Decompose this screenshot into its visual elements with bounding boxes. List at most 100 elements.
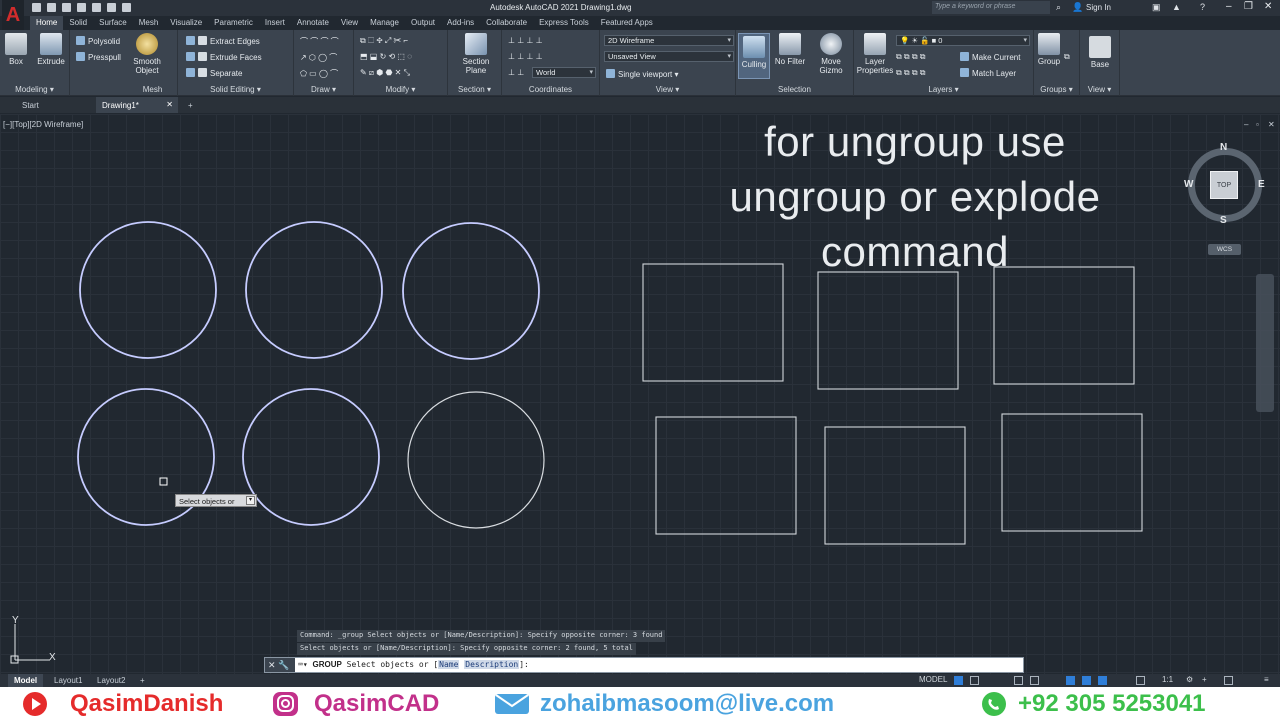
- draw-tools-row-1[interactable]: ⌒ ⌒ ⌒ ⌒: [300, 36, 339, 47]
- panel-title-layers[interactable]: Layers ▾: [854, 85, 1033, 94]
- tab-featured-apps[interactable]: Featured Apps: [595, 16, 659, 30]
- add-layout-button[interactable]: +: [134, 674, 151, 687]
- rectangle[interactable]: [824, 426, 966, 545]
- tab-layout1[interactable]: Layout1: [48, 674, 88, 687]
- undo-icon[interactable]: [107, 3, 116, 12]
- panel-title-selection[interactable]: Selection: [736, 85, 853, 94]
- tab-annotate[interactable]: Annotate: [291, 16, 335, 30]
- extrude-faces-button[interactable]: Extrude Faces: [186, 52, 262, 62]
- tab-express-tools[interactable]: Express Tools: [533, 16, 595, 30]
- wcs-menu[interactable]: WCS: [1208, 244, 1241, 255]
- base-button[interactable]: Base: [1084, 36, 1116, 69]
- osnap-icon[interactable]: [1066, 676, 1075, 685]
- saved-view-dropdown[interactable]: Unsaved View: [604, 51, 734, 62]
- separate-button[interactable]: Separate: [186, 68, 242, 78]
- modify-tools-row-1[interactable]: ⧉ ⬚ ✥ ⤢ ✂ ⌐: [360, 36, 408, 46]
- panel-title-groups[interactable]: Groups ▾: [1034, 85, 1079, 94]
- close-icon[interactable]: ✕: [1264, 1, 1272, 12]
- culling-button[interactable]: Culling: [738, 33, 770, 79]
- model-space-toggle[interactable]: MODEL: [919, 675, 947, 684]
- tooltip-options-icon[interactable]: ▾: [246, 496, 255, 505]
- cart-icon[interactable]: ▣: [1152, 2, 1161, 13]
- compass-north[interactable]: N: [1220, 142, 1227, 153]
- compass-west[interactable]: W: [1184, 179, 1193, 190]
- tab-surface[interactable]: Surface: [93, 16, 133, 30]
- compass-south[interactable]: S: [1220, 215, 1227, 226]
- selected-circle[interactable]: [402, 222, 540, 360]
- rectangle[interactable]: [642, 263, 784, 382]
- tab-collaborate[interactable]: Collaborate: [480, 16, 533, 30]
- sign-in-link[interactable]: Sign In: [1086, 3, 1111, 12]
- ungroup-icon[interactable]: ⧉: [1064, 52, 1070, 62]
- tab-add-ins[interactable]: Add-ins: [441, 16, 480, 30]
- command-line[interactable]: ✕ 🔧 ⌨▾ GROUP Select objects or [Name Des…: [264, 657, 1024, 673]
- viewcube-top-face[interactable]: TOP: [1210, 171, 1238, 199]
- help-icon[interactable]: ?: [1200, 2, 1205, 12]
- application-menu-button[interactable]: A: [2, 0, 24, 30]
- open-icon[interactable]: [47, 3, 56, 12]
- annotation-scale[interactable]: 1:1: [1162, 675, 1173, 684]
- panel-title-section[interactable]: Section ▾: [448, 85, 501, 94]
- new-icon[interactable]: [32, 3, 41, 12]
- polysolid-button[interactable]: Polysolid: [76, 36, 120, 46]
- option-description[interactable]: Description: [464, 660, 520, 669]
- ucs-dropdown[interactable]: World: [532, 67, 596, 78]
- lineweight-icon[interactable]: [1098, 676, 1107, 685]
- viewcube[interactable]: TOP N S E W: [1184, 142, 1266, 226]
- selected-circle[interactable]: [242, 388, 380, 526]
- tab-output[interactable]: Output: [405, 16, 441, 30]
- selected-circle[interactable]: [79, 221, 217, 359]
- circle[interactable]: [407, 391, 545, 529]
- smooth-object-button[interactable]: Smooth Object: [130, 33, 164, 75]
- snap-icon[interactable]: [970, 676, 979, 685]
- box-button[interactable]: Box: [4, 33, 28, 66]
- panel-title-modeling[interactable]: Modeling ▾: [0, 85, 69, 94]
- polar-icon[interactable]: [1030, 676, 1039, 685]
- selected-circle[interactable]: [245, 221, 383, 359]
- make-current-button[interactable]: Make Current: [960, 52, 1020, 62]
- customize-icon[interactable]: 🔧: [278, 660, 289, 670]
- print-icon[interactable]: [92, 3, 101, 12]
- tab-visualize[interactable]: Visualize: [164, 16, 208, 30]
- annotation-visibility-icon[interactable]: [1136, 676, 1145, 685]
- redo-icon[interactable]: [122, 3, 131, 12]
- user-icon[interactable]: 👤: [1072, 2, 1083, 13]
- presspull-button[interactable]: Presspull: [76, 52, 121, 62]
- compass-east[interactable]: E: [1258, 179, 1265, 190]
- save-icon[interactable]: [62, 3, 71, 12]
- file-tab-drawing1[interactable]: Drawing1* ✕: [96, 97, 178, 113]
- panel-title-solid-editing[interactable]: Solid Editing ▾: [178, 85, 293, 94]
- search-input[interactable]: Type a keyword or phrase: [932, 1, 1050, 14]
- match-layer-button[interactable]: Match Layer: [960, 68, 1016, 78]
- command-prompt[interactable]: ⌨▾ GROUP Select objects or [Name Descrip…: [298, 660, 529, 669]
- ortho-icon[interactable]: [1014, 676, 1023, 685]
- ucs-tools-row-1[interactable]: ⊥ ⊥ ⊥ ⊥: [508, 36, 543, 45]
- drawing-canvas[interactable]: [−][Top][2D Wireframe] – ▫ ✕ for ungroup…: [0, 114, 1280, 674]
- plus-icon[interactable]: +: [1202, 675, 1207, 684]
- draw-tools-row-3[interactable]: ⬠ ▭ ◯ ⌒: [300, 68, 338, 79]
- no-filter-button[interactable]: No Filter: [772, 33, 808, 66]
- command-line-tools[interactable]: ✕ 🔧: [265, 658, 295, 672]
- tab-parametric[interactable]: Parametric: [208, 16, 259, 30]
- group-button[interactable]: Group: [1036, 33, 1062, 66]
- grid-icon[interactable]: [954, 676, 963, 685]
- option-name[interactable]: Name: [438, 660, 460, 669]
- move-gizmo-button[interactable]: Move Gizmo: [814, 33, 848, 75]
- layer-tools-row-1[interactable]: ⧉ ⧉ ⧉ ⧉: [896, 52, 926, 62]
- save-as-icon[interactable]: [77, 3, 86, 12]
- panel-title-draw[interactable]: Draw ▾: [294, 85, 353, 94]
- tab-home[interactable]: Home: [30, 16, 64, 30]
- draw-tools-row-2[interactable]: ↗ ⬡ ◯ ⌒: [300, 52, 337, 63]
- rectangle[interactable]: [817, 271, 959, 390]
- tab-mesh[interactable]: Mesh: [133, 16, 165, 30]
- extract-edges-button[interactable]: Extract Edges: [186, 36, 260, 46]
- tab-view[interactable]: View: [335, 16, 364, 30]
- autodesk-a360-icon[interactable]: ▲: [1172, 2, 1181, 12]
- close-icon[interactable]: ✕: [268, 660, 276, 670]
- panel-title-modify[interactable]: Modify ▾: [354, 85, 447, 94]
- ucs-tools-row-2[interactable]: ⊥ ⊥ ⊥ ⊥: [508, 52, 543, 61]
- search-icon[interactable]: ⌕: [1056, 2, 1061, 13]
- tab-insert[interactable]: Insert: [259, 16, 291, 30]
- modify-tools-row-2[interactable]: ⬒ ⬓ ↻ ⟲ ⬚ ◌: [360, 52, 412, 61]
- panel-title-coordinates[interactable]: Coordinates: [502, 85, 599, 94]
